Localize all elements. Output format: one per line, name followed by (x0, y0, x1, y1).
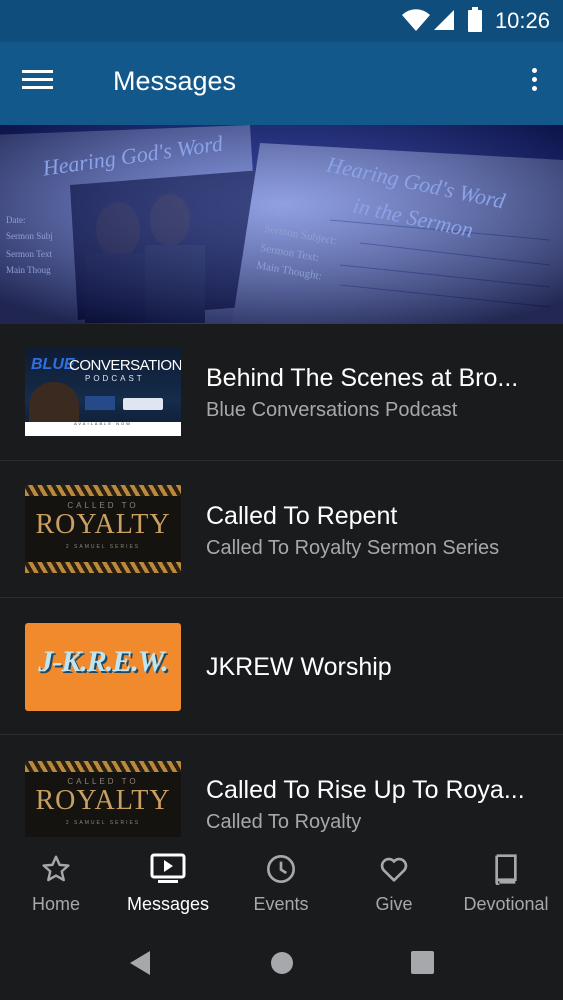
hero-left-field-text: Sermon Text (6, 249, 52, 259)
more-vert-icon-dot (531, 86, 537, 91)
hamburger-icon-bar (22, 78, 53, 81)
nav-messages[interactable]: Messages (112, 837, 224, 930)
thumb-brand-sub: PODCAST (85, 374, 145, 383)
nav-label-messages: Messages (126, 894, 210, 914)
decorative-band (25, 562, 181, 573)
battery-icon (468, 7, 482, 32)
message-subtitle: Called To Royalty Sermon Series (206, 537, 500, 559)
back-icon[interactable] (128, 950, 152, 976)
nav-label-home: Home (31, 894, 80, 914)
nav-give[interactable]: Give (338, 837, 450, 930)
message-list: BLUE CONVERSATIONS PODCAST AVAILABLE NOW… (0, 324, 563, 837)
nav-label-give: Give (375, 894, 413, 914)
hamburger-icon-bar (22, 70, 53, 73)
thumb-big-title: ROYALTY (35, 509, 171, 540)
more-vert-icon (531, 68, 537, 73)
play-screen-icon (150, 853, 186, 883)
status-time: 10:26 (494, 8, 550, 33)
recents-square-icon[interactable] (411, 951, 434, 974)
list-item[interactable]: BLUE CONVERSATIONS PODCAST AVAILABLE NOW… (0, 324, 563, 461)
thumb-footer-text: AVAILABLE NOW (74, 421, 132, 426)
status-bar: 10:26 (0, 0, 563, 42)
hero-left-field-subject: Sermon Subj (6, 231, 53, 241)
thumb-small-label: 2 SAMUEL SERIES (65, 544, 141, 550)
jkrew-thumbnail: J-K.R.E.W. (25, 623, 181, 711)
thumb-small-label: 2 SAMUEL SERIES (65, 820, 141, 826)
bottom-navigation: Home Messages Events Give Devotional (0, 837, 563, 930)
heart-icon (380, 857, 408, 882)
nav-devotional[interactable]: Devotional (450, 837, 562, 930)
podcast-thumbnail: BLUE CONVERSATIONS PODCAST AVAILABLE NOW (25, 348, 181, 436)
royalty-thumbnail: CALLED TO ROYALTY 2 SAMUEL SERIES (25, 485, 181, 573)
nav-label-events: Events (253, 894, 309, 914)
nav-events[interactable]: Events (225, 837, 337, 930)
hero-banner[interactable]: Hearing God's Word Hearing God's Word in… (0, 125, 563, 324)
decorative-band (25, 761, 181, 772)
star-icon (42, 855, 70, 882)
message-title: Behind The Scenes at Bro... (206, 364, 519, 392)
thumb-big-title: ROYALTY (35, 785, 171, 816)
page-title: Messages (113, 66, 237, 96)
message-title: Called To Rise Up To Roya... (206, 776, 525, 804)
brown-logo (123, 398, 163, 410)
thumb-brand-word: CONVERSATIONS (69, 357, 181, 374)
book-icon (495, 854, 517, 885)
message-title: JKREW Worship (206, 653, 392, 681)
list-item[interactable]: J-K.R.E.W. JKREW Worship (0, 598, 563, 735)
list-item[interactable]: CALLED TO ROYALTY 2 SAMUEL SERIES Called… (0, 461, 563, 598)
royalty-thumbnail: CALLED TO ROYALTY 2 SAMUEL SERIES (25, 761, 181, 837)
decorative-band (25, 485, 181, 496)
message-subtitle: Called To Royalty (206, 811, 362, 833)
thumb-jkrew-text: J-K.R.E.W. (38, 645, 168, 678)
hero-left-field-main: Main Thoug (6, 265, 51, 275)
home-circle-icon[interactable] (270, 951, 294, 975)
wifi-icon (402, 9, 430, 32)
nav-home[interactable]: Home (0, 837, 112, 930)
list-item[interactable]: CALLED TO ROYALTY 2 SAMUEL SERIES Called… (0, 735, 563, 837)
more-options-button[interactable] (527, 68, 541, 100)
message-subtitle: Blue Conversations Podcast (206, 399, 458, 421)
more-vert-icon-dot (531, 77, 537, 82)
nav-label-devotional: Devotional (463, 894, 549, 914)
clock-icon (267, 855, 295, 883)
message-title: Called To Repent (206, 502, 398, 530)
app-bar: Messages (0, 42, 563, 125)
host-name-badge (85, 396, 115, 410)
signal-icon (434, 10, 454, 30)
system-navigation-bar (0, 930, 563, 1000)
menu-button[interactable] (22, 66, 62, 102)
hero-left-field-date: Date: (6, 215, 26, 225)
hamburger-icon-bar (22, 86, 53, 89)
